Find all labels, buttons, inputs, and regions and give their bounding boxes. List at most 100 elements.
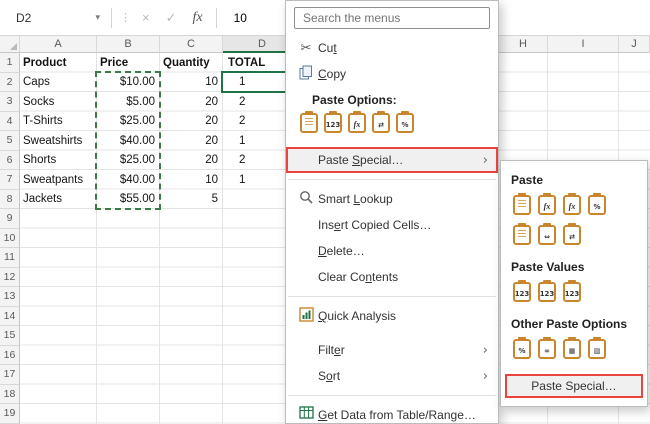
cut-icon: ✂ xyxy=(300,40,312,56)
linked-picture-icon[interactable]: ▧ xyxy=(588,339,606,359)
paste-submenu: Paste fx fx % ⇔ ⇄ Paste Values 123 123 1… xyxy=(500,160,648,407)
column-header-i[interactable]: I xyxy=(548,36,619,53)
menu-item-sort[interactable]: Sort › xyxy=(286,363,498,389)
row-header[interactable]: 14 xyxy=(0,306,20,326)
menu-item-clear-contents[interactable]: Clear Contents xyxy=(286,264,498,290)
row-header[interactable]: 9 xyxy=(0,209,20,229)
values-number-formatting-icon[interactable]: 123 xyxy=(538,282,556,302)
cell-price[interactable]: $5.00 xyxy=(97,96,160,108)
formula-bar-value[interactable]: 10 xyxy=(234,11,247,25)
paste-formulas-icon[interactable]: fx xyxy=(348,113,366,133)
cancel-icon[interactable]: × xyxy=(142,10,150,25)
cell-price[interactable]: Price xyxy=(97,57,160,69)
submenu-chevron-icon: › xyxy=(482,368,488,384)
column-header-a[interactable]: A xyxy=(20,36,97,53)
values-icon[interactable]: 123 xyxy=(513,282,531,302)
keep-source-formatting-icon[interactable]: % xyxy=(588,195,606,215)
cell-price[interactable]: $25.00 xyxy=(97,115,160,127)
paste-formatting-icon[interactable]: % xyxy=(396,113,414,133)
cell-price[interactable]: $40.00 xyxy=(97,174,160,186)
enter-icon[interactable]: ✓ xyxy=(166,10,177,26)
menu-item-paste-special[interactable]: Paste Special… › xyxy=(286,147,498,173)
cell-quantity[interactable]: 20 xyxy=(160,135,223,147)
keep-source-column-widths-icon[interactable]: ⇔ xyxy=(538,225,556,245)
row-header[interactable]: 11 xyxy=(0,248,20,268)
get-data-table-icon xyxy=(294,406,318,423)
cell-product[interactable]: Caps xyxy=(20,76,97,88)
paste-options-row: 123 fx ⇄ % xyxy=(286,111,498,139)
splitter-dots-icon[interactable]: ⋮ xyxy=(120,11,131,24)
row-header[interactable]: 4 xyxy=(0,111,20,131)
row-header[interactable]: 10 xyxy=(0,228,20,248)
column-header-h[interactable]: H xyxy=(499,36,548,53)
submenu-chevron-icon: › xyxy=(482,342,488,358)
column-header-b[interactable]: B xyxy=(97,36,160,53)
row-header[interactable]: 7 xyxy=(0,170,20,190)
menu-item-label: Copy xyxy=(318,67,347,81)
row-header[interactable]: 12 xyxy=(0,267,20,287)
formulas-number-formatting-icon[interactable]: fx xyxy=(563,195,581,215)
row-header[interactable]: 6 xyxy=(0,150,20,170)
row-header[interactable]: 2 xyxy=(0,72,20,92)
paste-values-icon[interactable]: 123 xyxy=(324,113,342,133)
no-borders-icon[interactable] xyxy=(513,225,531,245)
cell-quantity[interactable]: 5 xyxy=(160,193,223,205)
cell-price[interactable]: $55.00 xyxy=(97,193,160,205)
cell-product[interactable]: Socks xyxy=(20,96,97,108)
submenu-item-paste-special[interactable]: Paste Special… xyxy=(505,374,643,398)
name-box[interactable]: D2 ▾ xyxy=(10,6,106,30)
cell-quantity[interactable]: 10 xyxy=(160,174,223,186)
name-box-dropdown-icon[interactable]: ▾ xyxy=(95,12,100,23)
menu-item-get-data[interactable]: Get Data from Table/Range… xyxy=(286,402,498,423)
formulas-icon[interactable]: fx xyxy=(538,195,556,215)
paste-link-icon[interactable]: ∞ xyxy=(538,339,556,359)
menu-item-quick-analysis[interactable]: Quick Analysis xyxy=(286,303,498,329)
cell-price[interactable]: $25.00 xyxy=(97,154,160,166)
cell-quantity[interactable]: 10 xyxy=(160,76,223,88)
paste-icon[interactable] xyxy=(300,113,318,133)
menu-separator xyxy=(288,296,496,297)
cell-quantity[interactable]: 20 xyxy=(160,115,223,127)
menu-item-filter[interactable]: Filter › xyxy=(286,337,498,363)
cell-product[interactable]: T-Shirts xyxy=(20,115,97,127)
row-header[interactable]: 3 xyxy=(0,92,20,112)
menu-search-input[interactable] xyxy=(297,11,487,25)
cell-product[interactable]: Product xyxy=(20,57,97,69)
column-header-j[interactable]: J xyxy=(619,36,650,53)
cell-product[interactable]: Sweatshirts xyxy=(20,135,97,147)
row-header[interactable]: 19 xyxy=(0,404,20,424)
paste-transpose-icon[interactable]: ⇄ xyxy=(372,113,390,133)
row-header[interactable]: 17 xyxy=(0,365,20,385)
picture-icon[interactable]: ▦ xyxy=(563,339,581,359)
transpose-icon[interactable]: ⇄ xyxy=(563,225,581,245)
row-header[interactable]: 1 xyxy=(0,53,20,73)
smart-lookup-icon xyxy=(294,190,318,209)
menu-item-insert-copied-cells[interactable]: Insert Copied Cells… xyxy=(286,212,498,238)
row-header[interactable]: 5 xyxy=(0,131,20,151)
cell-quantity[interactable]: 20 xyxy=(160,154,223,166)
menu-item-delete[interactable]: Delete… xyxy=(286,238,498,264)
row-header[interactable]: 8 xyxy=(0,189,20,209)
menu-item-smart-lookup[interactable]: Smart Lookup xyxy=(286,186,498,212)
insert-function-icon[interactable]: fx xyxy=(193,10,203,26)
select-all-corner[interactable] xyxy=(0,36,20,53)
row-header[interactable]: 15 xyxy=(0,326,20,346)
row-header[interactable]: 16 xyxy=(0,345,20,365)
values-source-formatting-icon[interactable]: 123 xyxy=(563,282,581,302)
row-header[interactable]: 18 xyxy=(0,384,20,404)
cell-product[interactable]: Shorts xyxy=(20,154,97,166)
divider xyxy=(111,7,112,28)
paste-icon[interactable] xyxy=(513,195,531,215)
cell-price[interactable]: $10.00 xyxy=(97,76,160,88)
cell-price[interactable]: $40.00 xyxy=(97,135,160,147)
cell-quantity[interactable]: 20 xyxy=(160,96,223,108)
formatting-icon[interactable]: % xyxy=(513,339,531,359)
menu-item-copy[interactable]: Copy xyxy=(286,61,498,87)
menu-item-label: Smart Lookup xyxy=(318,192,393,206)
menu-item-cut[interactable]: ✂ Cut xyxy=(286,35,498,61)
cell-quantity[interactable]: Quantity xyxy=(160,57,223,69)
column-header-c[interactable]: C xyxy=(160,36,223,53)
cell-product[interactable]: Jackets xyxy=(20,193,97,205)
cell-product[interactable]: Sweatpants xyxy=(20,174,97,186)
row-header[interactable]: 13 xyxy=(0,287,20,307)
